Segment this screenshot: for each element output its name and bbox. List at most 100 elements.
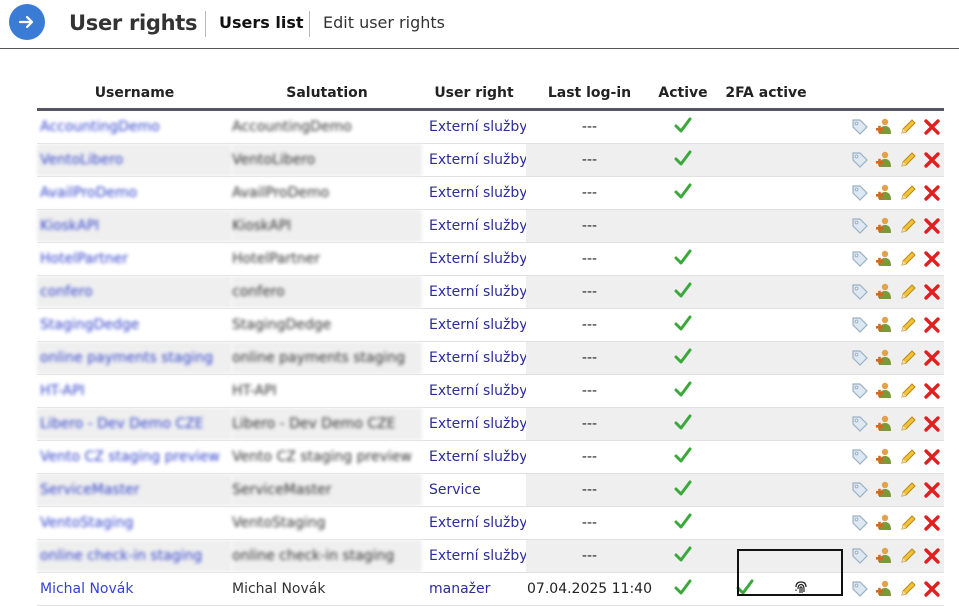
user-right-link[interactable]: Externí služby xyxy=(422,143,526,177)
username-link[interactable]: KioskAPI xyxy=(37,209,232,243)
user-group-icon[interactable] xyxy=(874,546,894,566)
user-group-icon[interactable] xyxy=(874,150,894,170)
arrow-right-icon[interactable] xyxy=(9,4,45,40)
username-link[interactable]: AvailProDemo xyxy=(37,176,232,210)
tab-users-list[interactable]: Users list xyxy=(219,13,304,32)
pencil-icon[interactable] xyxy=(898,150,918,170)
user-group-icon[interactable] xyxy=(874,282,894,302)
delete-x-icon[interactable] xyxy=(922,216,942,236)
tag-icon[interactable] xyxy=(850,150,870,170)
tag-icon[interactable] xyxy=(850,513,870,533)
username-link[interactable]: HT-API xyxy=(37,374,232,408)
column-header-salutation[interactable]: Salutation xyxy=(232,78,422,111)
tag-icon[interactable] xyxy=(850,414,870,434)
user-right-link[interactable]: Externí služby xyxy=(422,308,526,342)
tag-icon[interactable] xyxy=(850,480,870,500)
user-group-icon[interactable] xyxy=(874,216,894,236)
username-link[interactable]: Libero - Dev Demo CZE xyxy=(37,407,232,441)
delete-x-icon[interactable] xyxy=(922,546,942,566)
delete-x-icon[interactable] xyxy=(922,414,942,434)
user-right-link[interactable]: Externí služby xyxy=(422,242,526,276)
pencil-icon[interactable] xyxy=(898,414,918,434)
delete-x-icon[interactable] xyxy=(922,348,942,368)
username-link[interactable]: HotelPartner xyxy=(37,242,232,276)
pencil-icon[interactable] xyxy=(898,381,918,401)
username-link[interactable]: StagingDedge xyxy=(37,308,232,342)
user-group-icon[interactable] xyxy=(874,579,894,599)
pencil-icon[interactable] xyxy=(898,513,918,533)
delete-x-icon[interactable] xyxy=(922,315,942,335)
delete-x-icon[interactable] xyxy=(922,381,942,401)
tag-icon[interactable] xyxy=(850,447,870,467)
user-right-link[interactable]: Externí služby xyxy=(422,440,526,474)
tag-icon[interactable] xyxy=(850,282,870,302)
user-group-icon[interactable] xyxy=(874,381,894,401)
user-group-icon[interactable] xyxy=(874,117,894,137)
user-group-icon[interactable] xyxy=(874,348,894,368)
column-header-user-right[interactable]: User right xyxy=(422,78,526,111)
username-link[interactable]: Vento CZ staging preview xyxy=(37,440,232,474)
column-header-username[interactable]: Username xyxy=(37,78,232,111)
username-link[interactable]: confero xyxy=(37,275,232,309)
username-link[interactable]: online check-in staging xyxy=(37,539,232,573)
user-right-link[interactable]: Externí služby xyxy=(422,539,526,573)
user-right-link[interactable]: manažer xyxy=(422,572,526,606)
column-header-2fa-active[interactable]: 2FA active xyxy=(713,78,819,111)
user-group-icon[interactable] xyxy=(874,480,894,500)
tag-icon[interactable] xyxy=(850,546,870,566)
user-group-icon[interactable] xyxy=(874,447,894,467)
pencil-icon[interactable] xyxy=(898,249,918,269)
tag-icon[interactable] xyxy=(850,249,870,269)
user-right-link[interactable]: Externí služby xyxy=(422,176,526,210)
delete-x-icon[interactable] xyxy=(922,480,942,500)
username-link[interactable]: VentoLibero xyxy=(37,143,232,177)
user-group-icon[interactable] xyxy=(874,315,894,335)
user-right-link[interactable]: Externí služby xyxy=(422,506,526,540)
user-right-link[interactable]: Externí služby xyxy=(422,341,526,375)
delete-x-icon[interactable] xyxy=(922,117,942,137)
user-right-link[interactable]: Externí služby xyxy=(422,374,526,408)
tag-icon[interactable] xyxy=(850,579,870,599)
pencil-icon[interactable] xyxy=(898,117,918,137)
table-row: Libero - Dev Demo CZE Libero - Dev Demo C… xyxy=(37,407,944,441)
delete-x-icon[interactable] xyxy=(922,513,942,533)
username-link[interactable]: AccountingDemo xyxy=(37,109,232,144)
column-header-active[interactable]: Active xyxy=(653,78,713,111)
pencil-icon[interactable] xyxy=(898,183,918,203)
user-group-icon[interactable] xyxy=(874,414,894,434)
delete-x-icon[interactable] xyxy=(922,579,942,599)
username-link[interactable]: online payments staging xyxy=(37,341,232,375)
pencil-icon[interactable] xyxy=(898,447,918,467)
user-group-icon[interactable] xyxy=(874,249,894,269)
user-right-link[interactable]: Externí služby xyxy=(422,407,526,441)
tag-icon[interactable] xyxy=(850,315,870,335)
tag-icon[interactable] xyxy=(850,216,870,236)
tag-icon[interactable] xyxy=(850,348,870,368)
delete-x-icon[interactable] xyxy=(922,282,942,302)
pencil-icon[interactable] xyxy=(898,282,918,302)
column-header-last-login[interactable]: Last log-in xyxy=(526,78,653,111)
tag-icon[interactable] xyxy=(850,381,870,401)
pencil-icon[interactable] xyxy=(898,348,918,368)
user-right-link[interactable]: Service xyxy=(422,473,526,507)
tag-icon[interactable] xyxy=(850,183,870,203)
delete-x-icon[interactable] xyxy=(922,150,942,170)
delete-x-icon[interactable] xyxy=(922,447,942,467)
username-link[interactable]: ServiceMaster xyxy=(37,473,232,507)
user-right-link[interactable]: Externí služby xyxy=(422,209,526,243)
pencil-icon[interactable] xyxy=(898,579,918,599)
delete-x-icon[interactable] xyxy=(922,183,942,203)
tag-icon[interactable] xyxy=(850,117,870,137)
pencil-icon[interactable] xyxy=(898,216,918,236)
user-group-icon[interactable] xyxy=(874,513,894,533)
delete-x-icon[interactable] xyxy=(922,249,942,269)
user-right-link[interactable]: Externí služby xyxy=(422,109,526,144)
username-link[interactable]: Michal Novák xyxy=(37,572,232,606)
pencil-icon[interactable] xyxy=(898,480,918,500)
pencil-icon[interactable] xyxy=(898,546,918,566)
username-link[interactable]: VentoStaging xyxy=(37,506,232,540)
user-group-icon[interactable] xyxy=(874,183,894,203)
pencil-icon[interactable] xyxy=(898,315,918,335)
tab-edit-user-rights[interactable]: Edit user rights xyxy=(323,13,445,32)
user-right-link[interactable]: Externí služby xyxy=(422,275,526,309)
